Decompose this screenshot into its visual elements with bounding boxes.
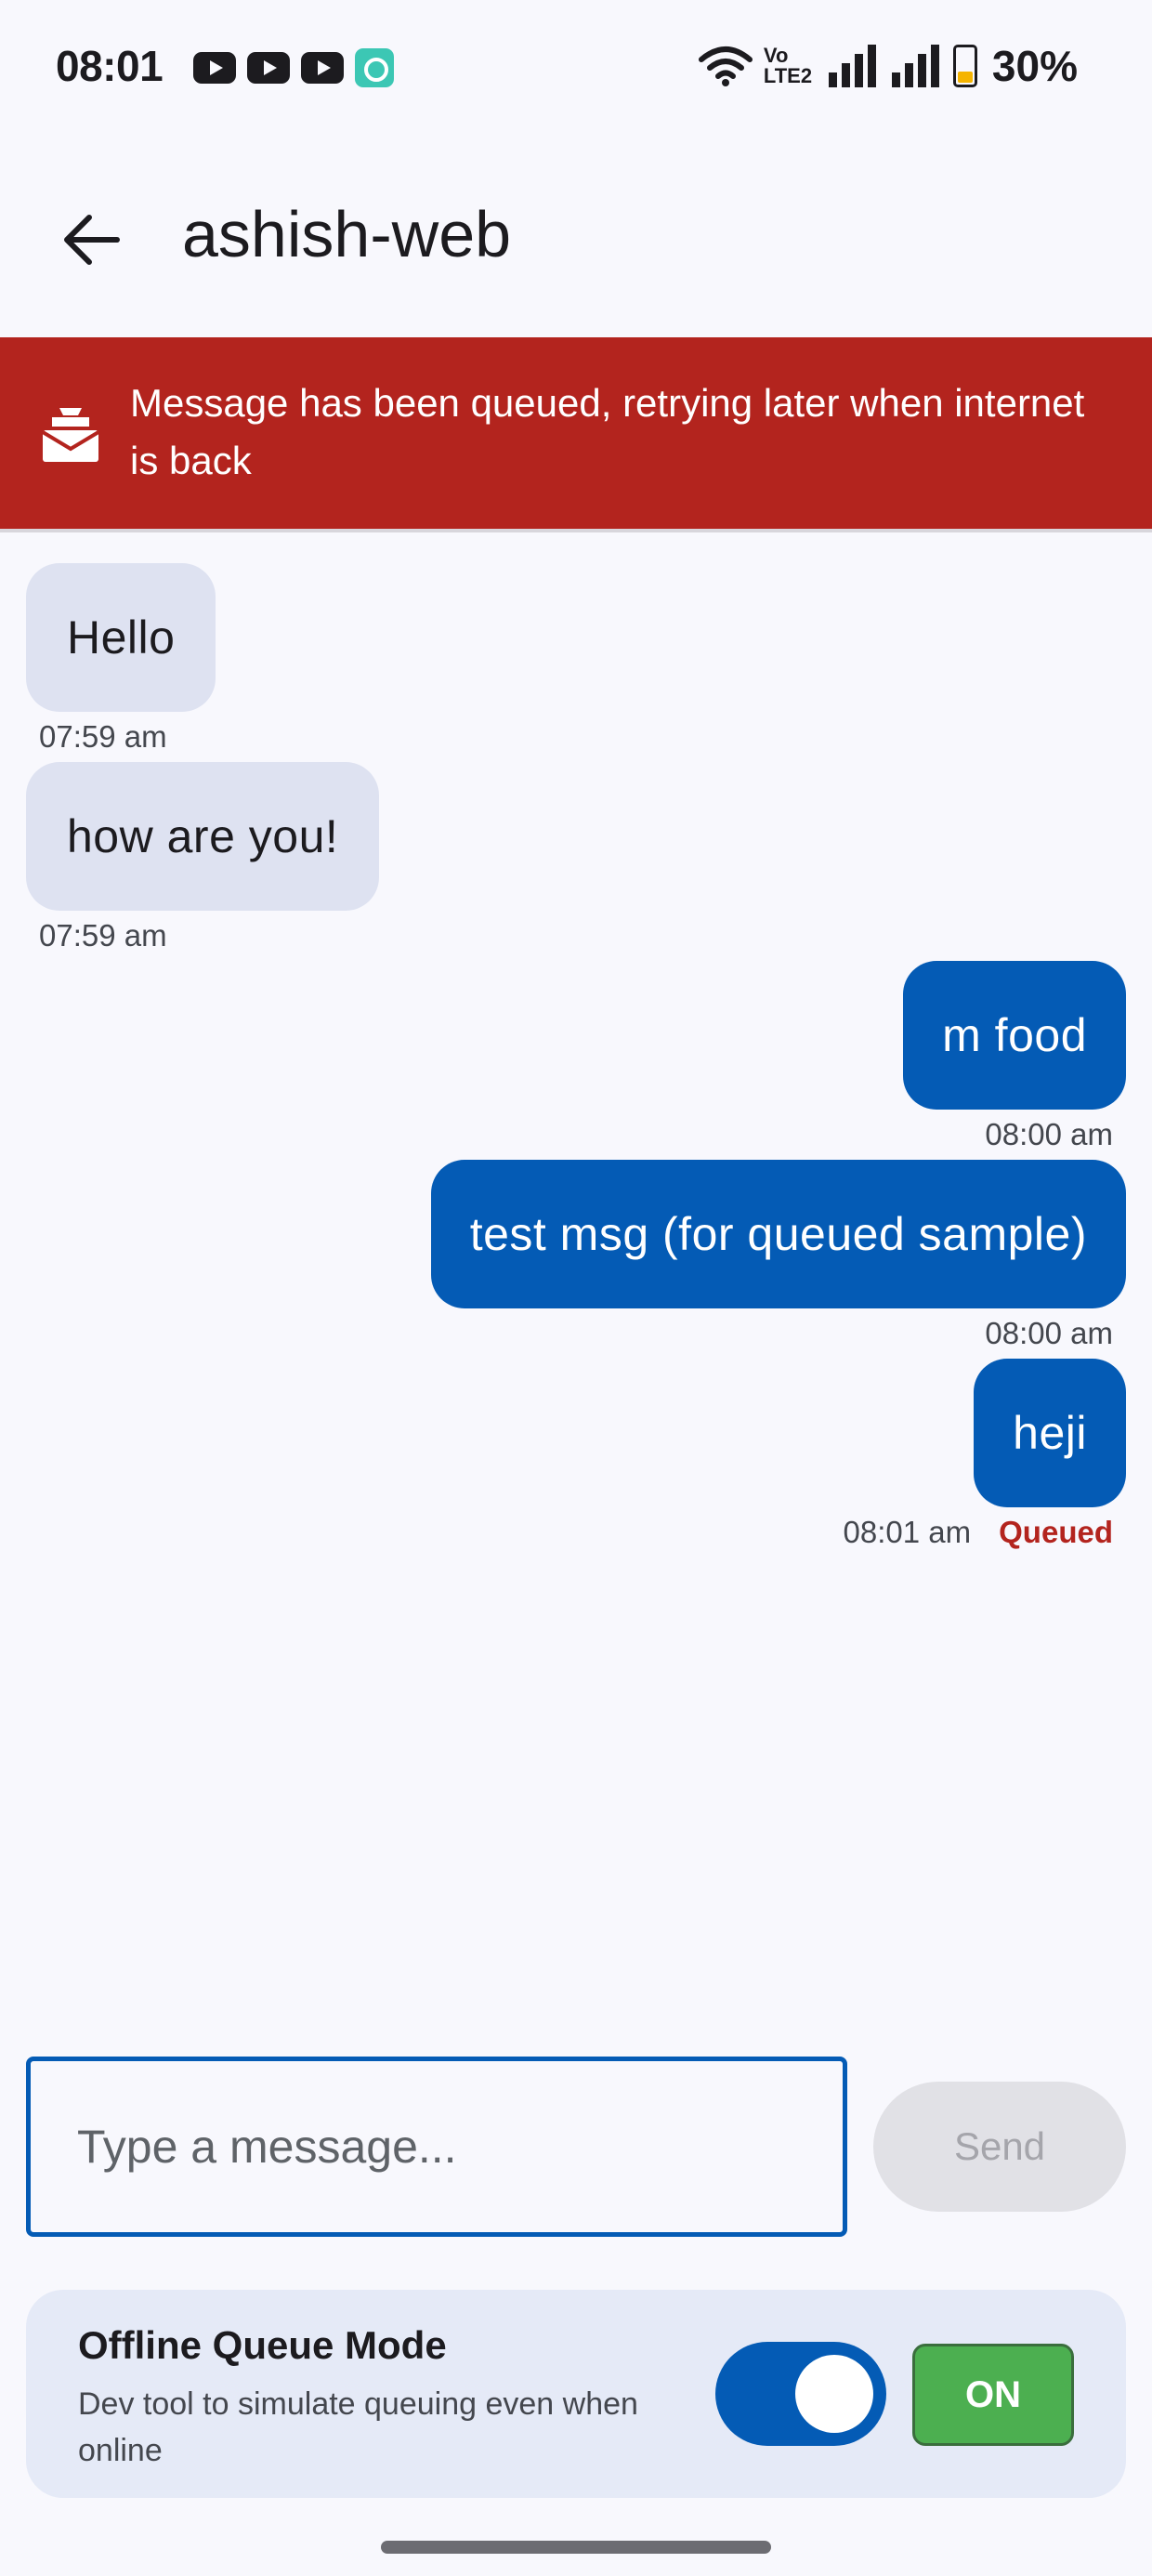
battery-icon xyxy=(952,45,977,87)
message-input[interactable] xyxy=(31,2061,843,2232)
message-time: 08:01 am xyxy=(843,1515,972,1549)
wifi-icon xyxy=(698,46,753,86)
youtube-icon xyxy=(247,52,290,84)
network-type-label: Vo LTE2 xyxy=(763,44,813,87)
queued-banner: Message has been queued, retrying later … xyxy=(0,337,1152,532)
mail-stack-icon xyxy=(41,408,100,462)
message-list: Hello 07:59 am how are you! 07:59 am m f… xyxy=(26,563,1126,1557)
back-button[interactable] xyxy=(46,195,136,284)
message-bubble[interactable]: heji xyxy=(974,1359,1126,1507)
signal-icon xyxy=(891,45,939,87)
message-bubble[interactable]: how are you! xyxy=(26,762,380,911)
offline-queue-description: Dev tool to simulate queuing even when o… xyxy=(78,2386,638,2468)
home-indicator[interactable] xyxy=(381,2541,771,2554)
message-outgoing: m food 08:00 am xyxy=(26,961,1126,1160)
message-bubble[interactable]: test msg (for queued sample) xyxy=(430,1160,1126,1308)
message-outgoing: heji 08:01 am Queued xyxy=(26,1359,1126,1557)
send-button[interactable]: Send xyxy=(873,2082,1126,2212)
message-outgoing: test msg (for queued sample) 08:00 am xyxy=(26,1160,1126,1359)
offline-queue-card: Offline Queue Mode Dev tool to simulate … xyxy=(26,2290,1126,2498)
message-meta: 08:00 am xyxy=(985,1316,1113,1351)
message-meta: 07:59 am xyxy=(39,918,167,953)
toggle-knob xyxy=(795,2355,873,2433)
offline-queue-toggle[interactable] xyxy=(715,2342,886,2446)
message-bubble[interactable]: m food xyxy=(903,961,1126,1110)
message-bubble[interactable]: Hello xyxy=(26,563,216,712)
youtube-icon xyxy=(193,52,236,84)
battery-percent: 30% xyxy=(991,42,1078,90)
app-icon xyxy=(355,48,394,87)
system-icons: Vo LTE2 30% xyxy=(698,41,1078,91)
message-meta: 07:59 am xyxy=(39,719,167,755)
message-incoming: Hello 07:59 am xyxy=(26,563,1126,762)
message-time: 07:59 am xyxy=(39,918,167,953)
status-bar: 08:01 Vo LTE2 30% xyxy=(0,0,1152,139)
message-input-field xyxy=(26,2057,847,2237)
arrow-left-icon xyxy=(64,215,120,265)
notification-icons xyxy=(193,48,394,87)
status-time: 08:01 xyxy=(56,42,164,90)
message-time: 08:00 am xyxy=(985,1316,1113,1350)
banner-text: Message has been queued, retrying later … xyxy=(130,381,1085,482)
youtube-icon xyxy=(301,52,344,84)
message-meta: 08:00 am xyxy=(985,1117,1113,1152)
queued-status-label: Queued xyxy=(999,1515,1113,1549)
message-time: 08:00 am xyxy=(985,1117,1113,1151)
offline-queue-title: Offline Queue Mode xyxy=(78,2323,447,2367)
signal-icon xyxy=(828,45,876,87)
message-meta: 08:01 am Queued xyxy=(844,1515,1113,1550)
chat-title: ashish-web xyxy=(182,198,512,270)
app-bar: ashish-web xyxy=(0,158,1152,307)
message-incoming: how are you! 07:59 am xyxy=(26,762,1126,961)
message-time: 07:59 am xyxy=(39,719,167,754)
on-badge-button[interactable]: ON xyxy=(912,2344,1074,2446)
